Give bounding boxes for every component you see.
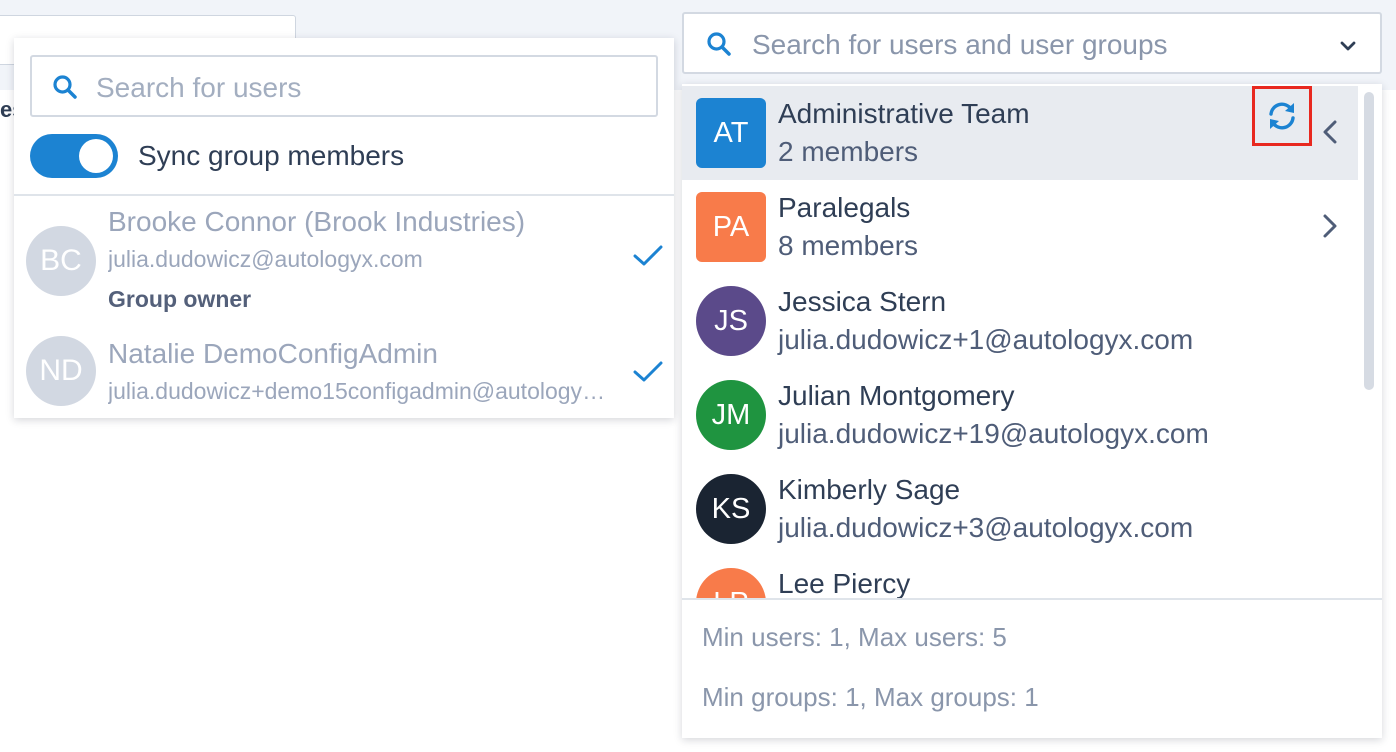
checkmark-icon	[633, 245, 663, 266]
user-name: Jessica Stern	[778, 286, 947, 317]
group-member-count: 2 members	[778, 136, 919, 167]
avatar: LP	[696, 568, 766, 598]
group-name: Administrative Team	[778, 98, 1030, 129]
user-email: julia.dudowicz+19@autologyx.com	[778, 418, 1209, 449]
search-icon	[707, 32, 731, 56]
user-search-input[interactable]: Search for users	[30, 55, 658, 117]
sync-group-members-toggle[interactable]	[30, 134, 118, 178]
toggle-knob	[79, 139, 113, 173]
user-limit-text: Min users: 1, Max users: 5	[702, 622, 1007, 652]
sync-group-members-row: Sync group members	[30, 134, 404, 178]
sync-icon	[1269, 102, 1295, 130]
avatar: AT	[696, 98, 766, 168]
search-icon	[53, 75, 77, 99]
user-name: Kimberly Sage	[778, 474, 961, 505]
chevron-left-icon[interactable]	[1322, 118, 1338, 146]
chevron-right-icon[interactable]	[1322, 212, 1338, 240]
member-name: Brooke Connor (Brook Industries)	[108, 206, 526, 237]
users-and-groups-dropdown: AT Administrative Team 2 members PA Para…	[682, 84, 1382, 738]
member-email: julia.dudowicz+demo15configadmin@autolog…	[108, 378, 612, 404]
avatar: JS	[696, 286, 766, 356]
user-item-lee-piercy[interactable]: LP Lee Piercy	[682, 556, 1358, 598]
member-item[interactable]: BC Brooke Connor (Brook Industries) juli…	[14, 196, 674, 316]
user-item-julian-montgomery[interactable]: JM Julian Montgomery julia.dudowicz+19@a…	[682, 368, 1358, 462]
sync-group-button[interactable]	[1252, 86, 1312, 146]
user-email: julia.dudowicz+1@autologyx.com	[778, 324, 1194, 355]
avatar: BC	[26, 226, 96, 296]
avatar: ND	[26, 336, 96, 406]
group-name: Paralegals	[778, 192, 911, 223]
group-limit-text: Min groups: 1, Max groups: 1	[702, 682, 1039, 712]
user-name: Julian Montgomery	[778, 380, 1015, 411]
member-email: julia.dudowicz@autologyx.com	[108, 246, 423, 272]
group-item-paralegals[interactable]: PA Paralegals 8 members	[682, 180, 1358, 274]
avatar: JM	[696, 380, 766, 450]
user-item-jessica-stern[interactable]: JS Jessica Stern julia.dudowicz+1@autolo…	[682, 274, 1358, 368]
checkmark-icon	[633, 361, 663, 382]
group-member-count: 8 members	[778, 230, 919, 261]
avatar: PA	[696, 192, 766, 262]
users-and-groups-search-placeholder: Search for users and user groups	[752, 29, 1168, 60]
avatar: KS	[696, 474, 766, 544]
member-role-badge: Group owner	[108, 286, 252, 312]
users-and-groups-list[interactable]: AT Administrative Team 2 members PA Para…	[682, 84, 1382, 598]
user-email: julia.dudowicz+3@autologyx.com	[778, 512, 1194, 543]
sync-group-members-label: Sync group members	[138, 140, 405, 171]
member-item[interactable]: ND Natalie DemoConfigAdmin julia.dudowic…	[14, 328, 674, 448]
member-name: Natalie DemoConfigAdmin	[108, 338, 438, 369]
group-item-administrative-team[interactable]: AT Administrative Team 2 members	[682, 86, 1358, 180]
user-name: Lee Piercy	[778, 568, 911, 598]
user-search-placeholder: Search for users	[96, 72, 302, 103]
list-scrollbar[interactable]	[1364, 92, 1374, 390]
user-item-kimberly-sage[interactable]: KS Kimberly Sage julia.dudowicz+3@autolo…	[682, 462, 1358, 556]
chevron-down-icon[interactable]	[1340, 40, 1356, 52]
divider	[682, 598, 1382, 600]
group-members-panel: Search for users Sync group members BC B…	[14, 38, 674, 418]
users-and-groups-search-input[interactable]: Search for users and user groups	[682, 12, 1382, 74]
